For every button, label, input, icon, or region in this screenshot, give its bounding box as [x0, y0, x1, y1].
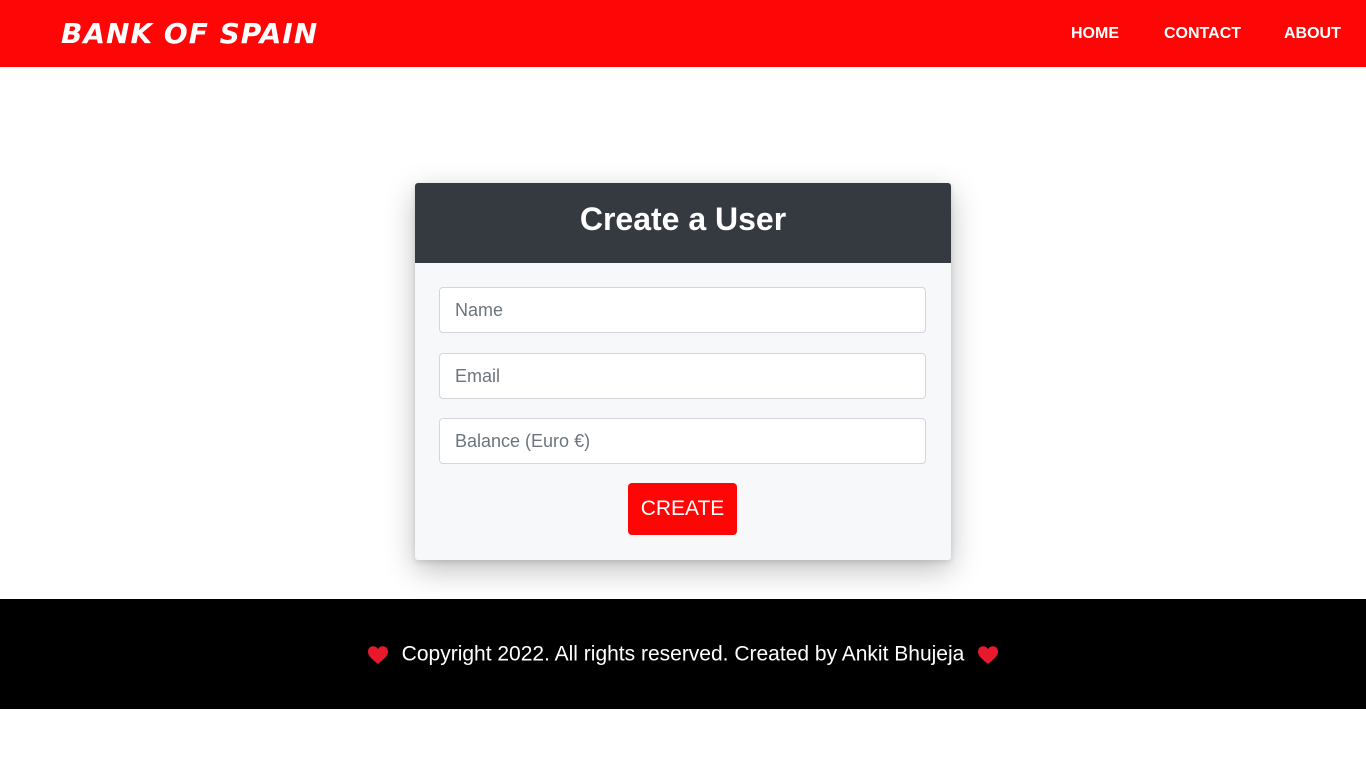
nav-link-about[interactable]: ABOUT — [1284, 22, 1341, 46]
card-header: Create a User — [415, 183, 951, 263]
heart-icon — [978, 645, 999, 664]
create-button[interactable]: CREATE — [628, 483, 737, 535]
navbar: BANK OF SPAIN HOME CONTACT ABOUT — [0, 0, 1366, 67]
email-input[interactable] — [439, 353, 926, 399]
heart-icon — [367, 645, 388, 664]
footer-text: Copyright 2022. All rights reserved. Cre… — [401, 642, 965, 666]
nav-link-contact[interactable]: CONTACT — [1164, 22, 1241, 46]
page-title: Create a User — [579, 201, 787, 237]
balance-input[interactable] — [439, 418, 926, 464]
footer-copyright: Copyright 2022. All rights reserved. Cre… — [0, 639, 1366, 669]
name-input[interactable] — [439, 287, 926, 333]
footer: Copyright 2022. All rights reserved. Cre… — [0, 599, 1366, 709]
nav-link-home[interactable]: HOME — [1071, 22, 1119, 46]
create-user-card: Create a User CREATE — [415, 183, 951, 560]
brand-logo[interactable]: BANK OF SPAIN — [61, 14, 318, 54]
